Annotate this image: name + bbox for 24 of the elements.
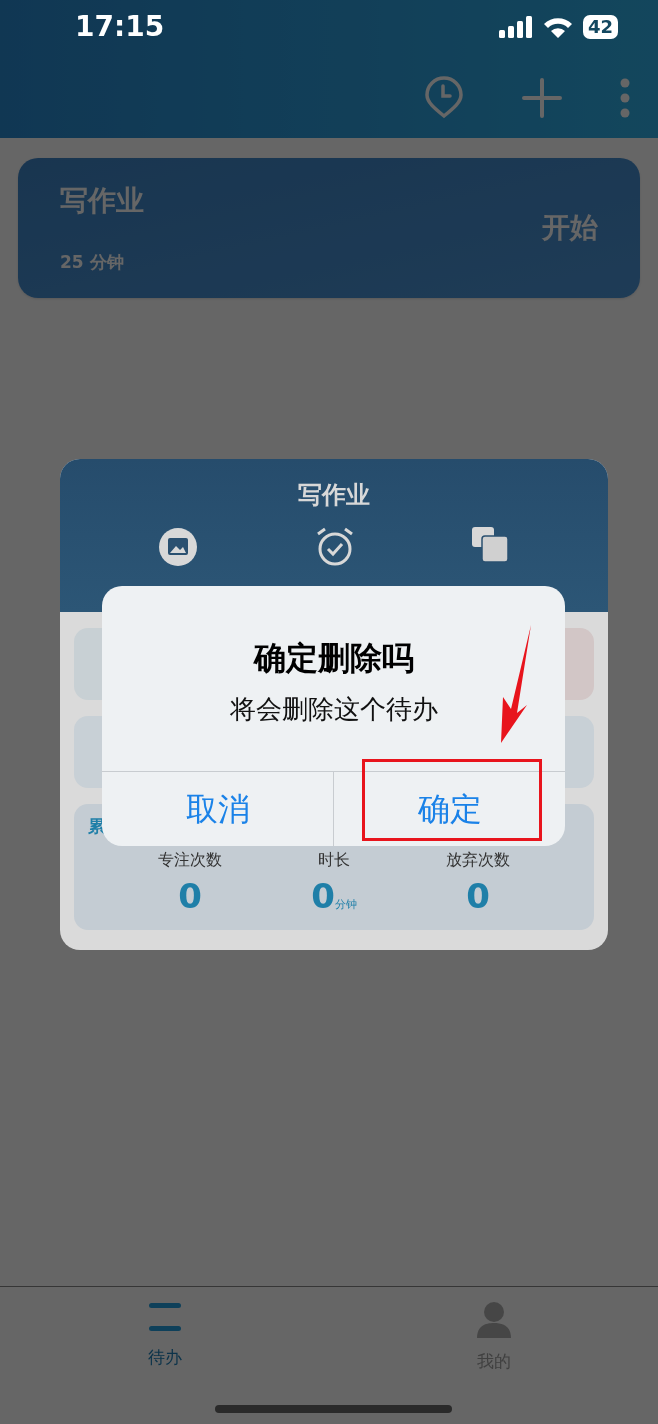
signal-icon xyxy=(498,16,533,38)
battery-level: 42 xyxy=(582,15,618,39)
stat-value: 0 xyxy=(178,875,202,916)
dialog-message: 将会删除这个待办 xyxy=(229,693,438,726)
start-button[interactable]: 开始 xyxy=(542,207,598,249)
copy-icon[interactable] xyxy=(471,527,510,563)
stat-value: 0 xyxy=(466,875,490,916)
tab[interactable]: 待办 xyxy=(0,1301,329,1424)
stat-label: 专注次数 xyxy=(158,848,222,871)
sheet-title: 写作业 xyxy=(298,480,370,511)
task-duration: 25 分钟 xyxy=(60,251,125,275)
status-time: 17:15 xyxy=(75,9,165,45)
person-icon xyxy=(474,1301,513,1339)
wifi-icon xyxy=(542,16,573,38)
stat-label: 时长 xyxy=(318,848,350,871)
confirm-button[interactable]: 确定 xyxy=(333,772,565,846)
stat-unit: 分钟 xyxy=(334,898,357,913)
task-title: 写作业 xyxy=(60,183,144,220)
stat-value: 0 xyxy=(311,875,335,916)
alarm-clock-icon[interactable] xyxy=(315,527,355,567)
dialog-title: 确定删除吗 xyxy=(253,638,414,679)
stat-label: 放弃次数 xyxy=(446,848,510,871)
image-icon[interactable] xyxy=(158,527,199,567)
task-card[interactable]: 写作业 25 分钟 开始 xyxy=(18,158,640,298)
